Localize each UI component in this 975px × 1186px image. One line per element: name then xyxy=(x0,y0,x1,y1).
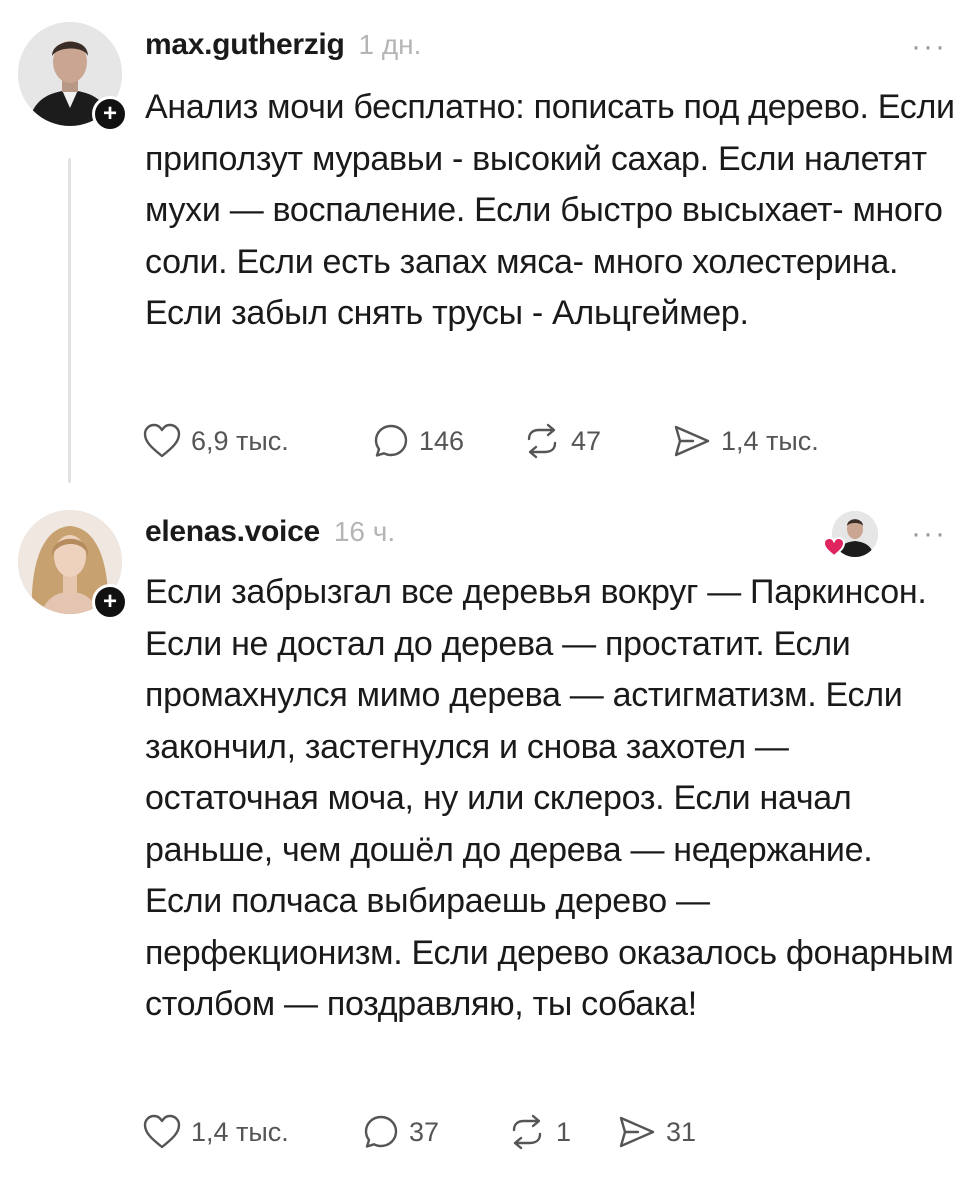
share-button[interactable]: 1,4 тыс. xyxy=(673,423,819,459)
send-icon xyxy=(618,1114,656,1150)
like-count: 1,4 тыс. xyxy=(191,1116,289,1147)
repost-icon xyxy=(523,423,561,459)
post-1: + max.gutherzig 1 дн. ··· Анализ мочи бе… xyxy=(0,0,975,495)
share-button[interactable]: 31 xyxy=(618,1114,696,1150)
like-button[interactable]: 1,4 тыс. xyxy=(143,1114,363,1150)
heart-icon xyxy=(143,423,181,459)
author-avatar[interactable]: + xyxy=(18,510,128,620)
comment-icon xyxy=(363,1114,399,1150)
comment-button[interactable]: 37 xyxy=(363,1114,508,1150)
heart-badge-icon xyxy=(822,536,846,563)
follow-plus-icon[interactable]: + xyxy=(92,584,128,620)
author-avatar[interactable]: + xyxy=(18,22,128,132)
comment-icon xyxy=(373,423,409,459)
liked-by-author-icon[interactable] xyxy=(822,511,882,561)
post-text: Если забрызгал все деревья вокруг — Парк… xyxy=(145,573,954,1023)
more-options-icon[interactable]: ··· xyxy=(911,30,947,64)
repost-button[interactable]: 1 xyxy=(508,1114,618,1150)
like-button[interactable]: 6,9 тыс. xyxy=(143,423,373,459)
thread-line xyxy=(68,158,71,483)
action-bar: 6,9 тыс. 146 47 1,4 тыс. xyxy=(143,418,819,464)
post-header: elenas.voice 16 ч. xyxy=(145,515,395,555)
username[interactable]: elenas.voice xyxy=(145,515,320,549)
heart-icon xyxy=(143,1114,181,1150)
timestamp: 1 дн. xyxy=(358,29,422,60)
comment-button[interactable]: 146 xyxy=(373,423,523,459)
post-text: Анализ мочи бесплатно: пописать под дере… xyxy=(145,88,955,332)
timestamp: 16 ч. xyxy=(333,516,396,547)
like-count: 6,9 тыс. xyxy=(191,425,289,456)
repost-icon xyxy=(508,1114,546,1150)
comment-count: 146 xyxy=(419,425,465,456)
share-count: 31 xyxy=(666,1116,697,1147)
more-options-icon[interactable]: ··· xyxy=(911,517,947,551)
username[interactable]: max.gutherzig xyxy=(145,28,345,62)
post-header: max.gutherzig 1 дн. xyxy=(145,28,421,68)
repost-button[interactable]: 47 xyxy=(523,423,673,459)
share-count: 1,4 тыс. xyxy=(721,425,819,456)
action-bar: 1,4 тыс. 37 1 31 xyxy=(143,1109,696,1155)
post-2: + elenas.voice 16 ч. ··· Если забрызгал … xyxy=(0,495,975,1186)
repost-count: 1 xyxy=(556,1116,572,1147)
send-icon xyxy=(673,423,711,459)
comment-count: 37 xyxy=(409,1116,440,1147)
repost-count: 47 xyxy=(571,425,602,456)
follow-plus-icon[interactable]: + xyxy=(92,96,128,132)
